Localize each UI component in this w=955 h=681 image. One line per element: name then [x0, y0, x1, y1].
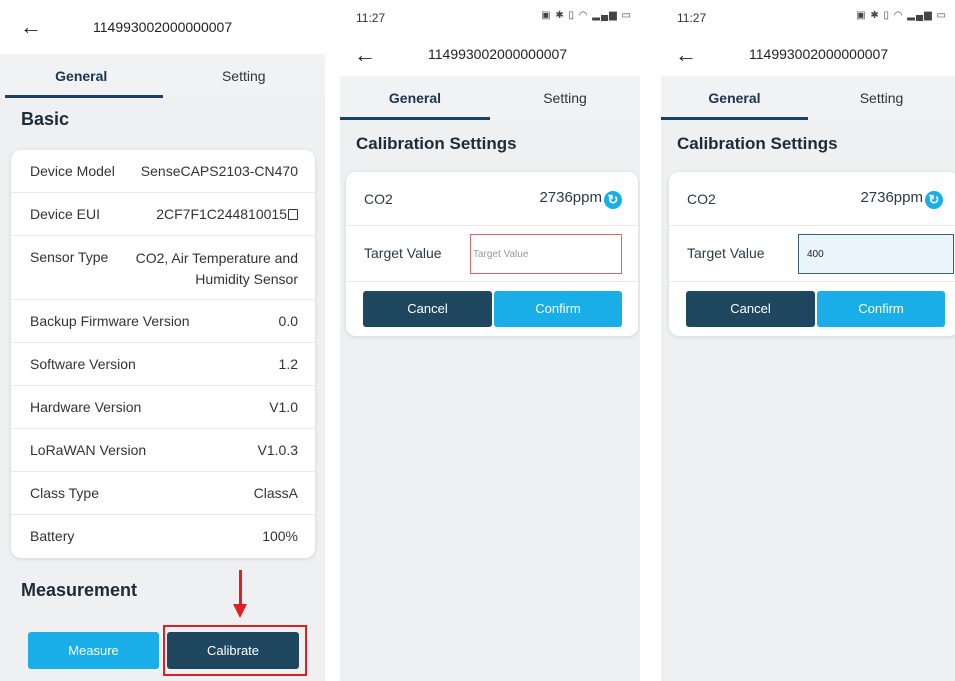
target-value-label: Target Value: [687, 245, 765, 261]
co2-label: CO2: [364, 191, 393, 207]
top-bar: ← 114993002000000007: [0, 0, 325, 54]
tab-active-indicator: [5, 95, 163, 98]
status-bar: 11:27 ▣ ✱ ▯ ◠ ▂▄▆ ▭: [340, 0, 640, 36]
co2-value-wrapper: 2736ppm ↻: [860, 189, 943, 209]
info-row-hardware-version: Hardware Version V1.0: [11, 386, 315, 429]
info-row-sensor-type: Sensor Type CO2, Air Temperature and Hum…: [11, 236, 315, 300]
co2-value: 2736ppm: [539, 189, 602, 206]
info-value: V1.0.3: [257, 442, 298, 458]
info-key: Software Version: [30, 356, 136, 372]
app-header: 11:27 ▣ ✱ ▯ ◠ ▂▄▆ ▭ ← 114993002000000007: [661, 0, 955, 76]
co2-value-wrapper: 2736ppm ↻: [539, 189, 622, 209]
tab-setting[interactable]: Setting: [163, 54, 326, 98]
confirm-button[interactable]: Confirm: [817, 291, 945, 327]
info-value: 1.2: [278, 356, 298, 372]
calibration-settings-title: Calibration Settings: [677, 134, 838, 153]
refresh-icon[interactable]: ↻: [925, 191, 943, 209]
tab-setting[interactable]: Setting: [490, 76, 640, 120]
tab-setting[interactable]: Setting: [808, 76, 955, 120]
info-row-backup-firmware: Backup Firmware Version 0.0: [11, 300, 315, 343]
status-time: 11:27: [677, 11, 707, 25]
info-value: CO2, Air Temperature and Humidity Sensor: [135, 250, 298, 287]
top-bar: ← 114993002000000007: [340, 36, 640, 76]
system-status-icons: ▣ ✱ ▯ ◠ ▂▄▆ ▭: [856, 10, 947, 21]
back-arrow-icon[interactable]: ←: [354, 44, 376, 66]
info-row-device-model: Device Model SenseCAPS2103-CN470: [11, 150, 315, 193]
tab-general[interactable]: General: [661, 76, 808, 120]
system-status-icons: ▣ ✱ ▯ ◠ ▂▄▆ ▭: [541, 10, 632, 21]
info-key: Class Type: [30, 485, 99, 501]
info-row-device-eui: Device EUI 2CF7F1C244810015: [11, 193, 315, 236]
calibration-screen-filled: 11:27 ▣ ✱ ▯ ◠ ▂▄▆ ▭ ← 114993002000000007…: [661, 0, 955, 681]
refresh-icon[interactable]: ↻: [604, 191, 622, 209]
app-header: 11:27 ▣ ✱ ▯ ◠ ▂▄▆ ▭ ← 114993002000000007: [340, 0, 640, 76]
top-bar: ← 114993002000000007: [661, 36, 955, 76]
info-value-wrapper: 2CF7F1C244810015: [156, 206, 298, 222]
info-value: ClassA: [253, 485, 298, 501]
target-value-row: Target Value: [669, 226, 955, 282]
info-row-class-type: Class Type ClassA: [11, 472, 315, 515]
device-detail-screen: ← 114993002000000007 General Setting Bas…: [0, 0, 325, 681]
calibration-card: CO2 2736ppm↻ Target Value Cancel Confirm: [346, 172, 638, 336]
info-value: SenseCAPS2103-CN470: [140, 163, 298, 179]
cancel-button[interactable]: Cancel: [363, 291, 492, 327]
target-value-input[interactable]: [470, 234, 622, 274]
info-value: 2CF7F1C244810015: [156, 206, 287, 222]
info-key: LoRaWAN Version: [30, 442, 147, 458]
cancel-button[interactable]: Cancel: [686, 291, 815, 327]
tab-general[interactable]: General: [340, 76, 490, 120]
info-row-lorawan-version: LoRaWAN Version V1.0.3: [11, 429, 315, 472]
info-row-battery: Battery 100%: [11, 515, 315, 558]
info-key: Hardware Version: [30, 399, 142, 415]
tab-active-indicator: [340, 117, 490, 120]
calibration-settings-title: Calibration Settings: [356, 134, 517, 153]
back-arrow-icon[interactable]: ←: [20, 16, 42, 38]
co2-row: CO2 2736ppm ↻: [346, 172, 638, 226]
tab-bar: General Setting: [0, 54, 325, 98]
co2-value: 2736ppm: [860, 189, 923, 206]
info-key: Sensor Type: [30, 249, 109, 265]
status-time: 11:27: [356, 11, 386, 25]
info-key: Device Model: [30, 163, 115, 179]
tab-bar: General Setting: [340, 76, 640, 120]
section-title-basic: Basic: [21, 109, 70, 129]
info-key: Battery: [30, 528, 75, 544]
calibrate-highlight-box: [163, 625, 307, 676]
device-id-title: 114993002000000007: [749, 46, 889, 62]
down-arrow-annotation-head: [233, 604, 247, 618]
target-value-row: Target Value: [346, 226, 638, 282]
device-info-card: Device Model SenseCAPS2103-CN470 Device …: [11, 150, 315, 558]
back-arrow-icon[interactable]: ←: [675, 44, 697, 66]
down-arrow-annotation: [239, 570, 242, 606]
calibration-screen-empty: 11:27 ▣ ✱ ▯ ◠ ▂▄▆ ▭ ← 114993002000000007…: [340, 0, 640, 681]
confirm-button[interactable]: Confirm: [494, 291, 622, 327]
calibration-actions: Cancel Confirm: [363, 291, 622, 327]
section-title-measurement: Measurement: [21, 580, 138, 600]
target-value-label: Target Value: [364, 245, 442, 261]
info-key: Device EUI: [30, 206, 101, 222]
tab-bar: General Setting: [661, 76, 955, 120]
info-key: Backup Firmware Version: [30, 313, 190, 329]
info-value: V1.0: [269, 399, 298, 415]
target-value-input[interactable]: [798, 234, 954, 274]
measure-button[interactable]: Measure: [28, 632, 159, 669]
app-header: ← 114993002000000007: [0, 0, 325, 54]
copy-icon[interactable]: [288, 209, 298, 220]
co2-label: CO2: [687, 191, 716, 207]
device-id-title: 114993002000000007: [428, 46, 568, 62]
calibration-actions: Cancel Confirm: [686, 291, 945, 327]
tab-active-indicator: [661, 117, 808, 120]
tab-general[interactable]: General: [0, 54, 163, 98]
device-id-title: 114993002000000007: [93, 19, 233, 35]
info-row-software-version: Software Version 1.2: [11, 343, 315, 386]
info-value: 0.0: [278, 313, 298, 329]
calibration-card: CO2 2736ppm↻ Target Value Cancel Confirm: [669, 172, 955, 336]
status-bar: 11:27 ▣ ✱ ▯ ◠ ▂▄▆ ▭: [661, 0, 955, 36]
co2-row: CO2 2736ppm ↻: [669, 172, 955, 226]
info-value: 100%: [262, 528, 298, 544]
